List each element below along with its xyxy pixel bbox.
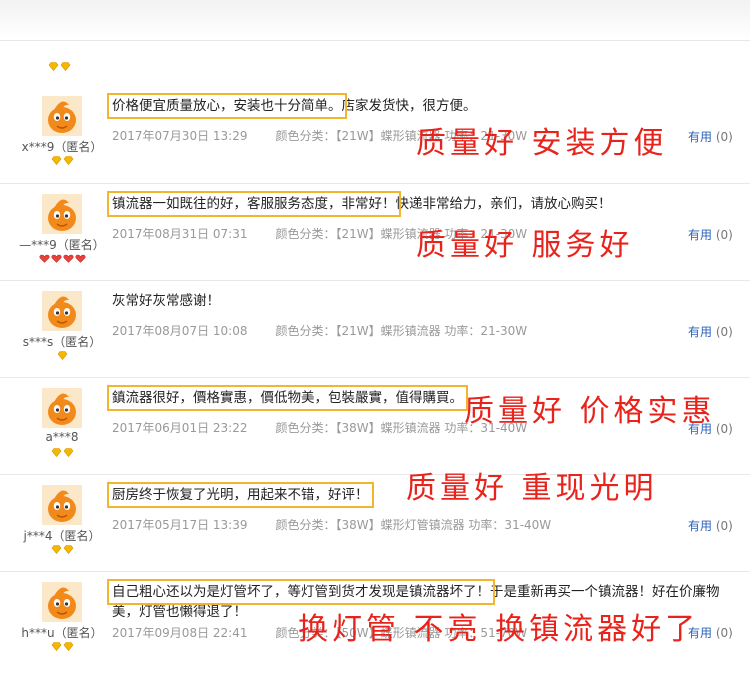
avatar[interactable] <box>42 388 82 428</box>
username: a***8 <box>45 430 79 444</box>
username: s***s（匿名） <box>22 335 102 349</box>
diamond-icon <box>63 545 73 554</box>
review-meta: 2017年08月07日 10:08 颜色分类：【21W】蝶形镇流器 功率：21-3… <box>112 322 527 339</box>
review-date: 2017年07月30日 13:29 <box>112 129 248 143</box>
heart-gem-icon <box>75 254 85 263</box>
useful-count: (0) <box>715 626 733 640</box>
useful-vote: 有用 (0) <box>688 226 733 243</box>
user-level-badges <box>0 254 124 263</box>
red-annotation-text: 质量好 价格实惠 <box>464 394 716 429</box>
previous-review-badge <box>48 62 71 72</box>
diamond-icon <box>57 351 67 360</box>
avatar[interactable] <box>42 582 82 622</box>
review-meta: 2017年05月17日 13:39 颜色分类：【38W】蝶形灯管镇流器 功率：31… <box>112 516 551 533</box>
username: —***9（匿名） <box>19 238 105 252</box>
diamond-icon <box>51 642 61 651</box>
review-row: s***s（匿名） 灰常好灰常感谢！ 2017年08月07日 10:08 颜色分类… <box>0 280 750 377</box>
user-level-badges <box>0 351 124 360</box>
highlighted-review-text: 厨房终于恢复了光明，用起来不错，好评！ <box>107 482 374 508</box>
avatar[interactable] <box>42 485 82 525</box>
user-level-badges <box>0 545 124 554</box>
diamond-icon <box>51 448 61 457</box>
useful-count: (0) <box>715 228 733 242</box>
diamond-icon <box>63 642 73 651</box>
review-spec: 颜色分类：【21W】蝶形镇流器 功率：21-30W <box>275 324 528 338</box>
heart-gem-icon <box>39 254 49 263</box>
highlighted-review-text: 价格便宜质量放心，安装也十分简单。 <box>107 93 347 119</box>
review-text: 店家发货快，很方便。 <box>341 98 477 114</box>
review-date: 2017年08月07日 10:08 <box>112 324 248 338</box>
review-spec: 颜色分类：【38W】蝶形灯管镇流器 功率：31-40W <box>275 518 552 532</box>
diamond-icon <box>63 448 73 457</box>
useful-count: (0) <box>715 422 733 436</box>
review-date: 2017年05月17日 13:39 <box>112 518 248 532</box>
red-annotation-text: 换灯管 不亮 换镇流器好了 <box>298 612 700 647</box>
review-content: 价格便宜质量放心，安装也十分简单。店家发货快，很方便。 <box>107 93 732 119</box>
red-annotation-text: 质量好 安装方便 <box>416 126 668 161</box>
user-level-badges <box>0 448 124 457</box>
diamond-icon <box>48 62 59 71</box>
avatar[interactable] <box>42 194 82 234</box>
useful-count: (0) <box>715 325 733 339</box>
username: h***u（匿名） <box>21 626 103 640</box>
avatar[interactable] <box>42 291 82 331</box>
review-row: —***9（匿名） 镇流器一如既往的好，客服服务态度，非常好！快递非常给力，亲们… <box>0 183 750 280</box>
review-content: 镇流器一如既往的好，客服服务态度，非常好！快递非常给力，亲们，请放心购买！ <box>107 191 732 217</box>
useful-button[interactable]: 有用 <box>688 519 712 533</box>
user-level-badges <box>0 156 124 165</box>
useful-button[interactable]: 有用 <box>688 325 712 339</box>
useful-count: (0) <box>715 519 733 533</box>
username: x***9（匿名） <box>21 140 103 154</box>
review-text: 灰常好灰常感谢！ <box>112 293 220 309</box>
useful-button[interactable]: 有用 <box>688 130 712 144</box>
avatar[interactable] <box>42 96 82 136</box>
top-rule <box>0 40 750 41</box>
diamond-icon <box>63 156 73 165</box>
heart-gem-icon <box>51 254 61 263</box>
highlighted-review-text: 鎮流器很好，價格實惠，價低物美，包裝嚴實，值得購買。 <box>107 385 468 411</box>
useful-vote: 有用 (0) <box>688 323 733 340</box>
highlighted-review-text: 自己粗心还以为是灯管坏了，等灯管到货才发现是镇流器坏了！ <box>107 579 495 605</box>
useful-button[interactable]: 有用 <box>688 228 712 242</box>
diamond-icon <box>60 62 71 71</box>
useful-vote: 有用 (0) <box>688 128 733 145</box>
review-date: 2017年06月01日 23:22 <box>112 421 248 435</box>
useful-count: (0) <box>715 130 733 144</box>
review-text: 快递非常给力，亲们，请放心购买！ <box>395 196 612 212</box>
review-content: 灰常好灰常感谢！ <box>112 291 732 311</box>
diamond-icon <box>51 545 61 554</box>
top-fade <box>0 0 750 40</box>
red-annotation-text: 质量好 服务好 <box>416 228 634 263</box>
red-annotation-text: 质量好 重现光明 <box>406 471 658 506</box>
review-date: 2017年08月31日 07:31 <box>112 227 248 241</box>
diamond-icon <box>51 156 61 165</box>
user-level-badges <box>0 642 124 651</box>
highlighted-review-text: 镇流器一如既往的好，客服服务态度，非常好！ <box>107 191 401 217</box>
useful-vote: 有用 (0) <box>688 517 733 534</box>
username: j***4（匿名） <box>23 529 101 543</box>
review-date: 2017年09月08日 22:41 <box>112 626 248 640</box>
heart-gem-icon <box>63 254 73 263</box>
